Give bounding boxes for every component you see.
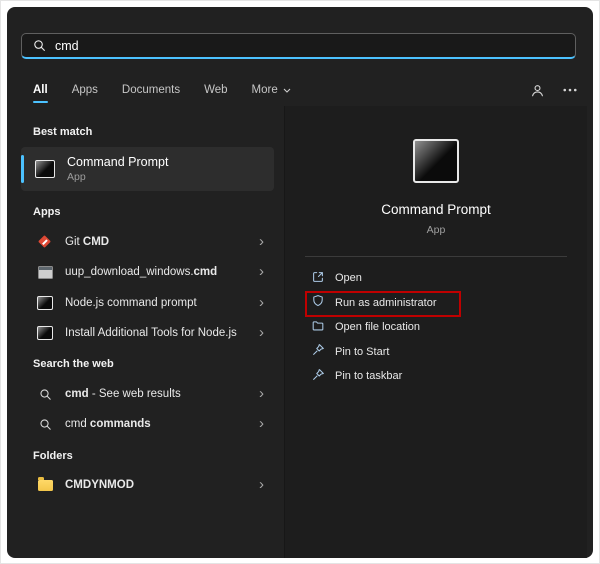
- account-icon[interactable]: [530, 83, 545, 98]
- best-match-command-prompt[interactable]: Command Prompt App: [21, 147, 274, 191]
- chevron-right-icon: [259, 234, 264, 249]
- screenshot-frame: All Apps Documents Web More Best match: [0, 0, 600, 564]
- cmd-file-icon: [35, 265, 55, 279]
- command-prompt-icon: [35, 160, 55, 178]
- more-options-icon[interactable]: [563, 88, 577, 92]
- search-icon: [35, 418, 55, 431]
- result-cmd-commands[interactable]: cmd commands: [21, 409, 274, 439]
- chevron-down-icon: [283, 84, 291, 96]
- chevron-right-icon: [259, 477, 264, 492]
- result-cmd-see-web-results[interactable]: cmd - See web results: [21, 379, 274, 409]
- action-open[interactable]: Open: [311, 266, 567, 291]
- divider: [305, 256, 567, 257]
- tab-web[interactable]: Web: [204, 84, 227, 96]
- command-prompt-large-icon: [413, 139, 459, 183]
- chevron-right-icon: [259, 386, 264, 401]
- best-match-title: Command Prompt: [67, 155, 169, 169]
- command-prompt-icon: [35, 326, 55, 340]
- tab-more[interactable]: More: [252, 84, 291, 96]
- windows-search-flyout: All Apps Documents Web More Best match: [7, 7, 593, 558]
- pin-icon: [311, 368, 325, 385]
- section-header-best-match: Best match: [33, 126, 93, 138]
- best-match-subtitle: App: [67, 171, 86, 183]
- action-pin-to-start[interactable]: Pin to Start: [311, 340, 567, 365]
- git-icon: [35, 234, 55, 250]
- chevron-right-icon: [259, 264, 264, 279]
- preview-title: Command Prompt: [381, 202, 491, 217]
- section-header-search-the-web: Search the web: [33, 358, 114, 370]
- section-header-apps: Apps: [33, 206, 61, 218]
- tab-documents[interactable]: Documents: [122, 84, 180, 96]
- open-icon: [311, 270, 325, 287]
- shield-icon: [311, 294, 325, 311]
- tab-all[interactable]: All: [33, 84, 48, 103]
- folder-outline-icon: [311, 319, 325, 336]
- action-pin-to-taskbar[interactable]: Pin to taskbar: [311, 364, 567, 389]
- filter-tabs: All Apps Documents Web More: [33, 77, 577, 103]
- chevron-right-icon: [259, 416, 264, 431]
- result-nodejs-command-prompt[interactable]: Node.js command prompt: [21, 288, 274, 318]
- tabs-right-icons: [530, 83, 577, 98]
- section-header-folders: Folders: [33, 450, 73, 462]
- search-icon: [35, 388, 55, 401]
- action-list: Open Run as administrator Open file loca…: [305, 266, 567, 389]
- folder-icon: [35, 477, 55, 491]
- tab-apps[interactable]: Apps: [72, 84, 98, 96]
- result-folder-cmdynmod[interactable]: CMDYNMOD: [21, 470, 274, 500]
- pin-icon: [311, 343, 325, 360]
- action-run-as-administrator[interactable]: Run as administrator: [305, 290, 567, 317]
- search-input[interactable]: [55, 38, 575, 53]
- selection-accent-bar: [21, 155, 24, 183]
- result-uup-download-windows-cmd[interactable]: uup_download_windows.cmd: [21, 257, 274, 287]
- result-git-cmd[interactable]: Git CMD: [21, 227, 274, 257]
- search-box[interactable]: [21, 33, 576, 59]
- chevron-right-icon: [259, 325, 264, 340]
- search-icon: [33, 39, 46, 52]
- preview-subtitle: App: [426, 224, 446, 236]
- action-open-file-location[interactable]: Open file location: [311, 315, 567, 340]
- command-prompt-icon: [35, 296, 55, 310]
- chevron-right-icon: [259, 295, 264, 310]
- result-install-additional-tools-nodejs[interactable]: Install Additional Tools for Node.js: [21, 318, 274, 348]
- preview-panel: Command Prompt App Open Run as administr…: [284, 106, 587, 558]
